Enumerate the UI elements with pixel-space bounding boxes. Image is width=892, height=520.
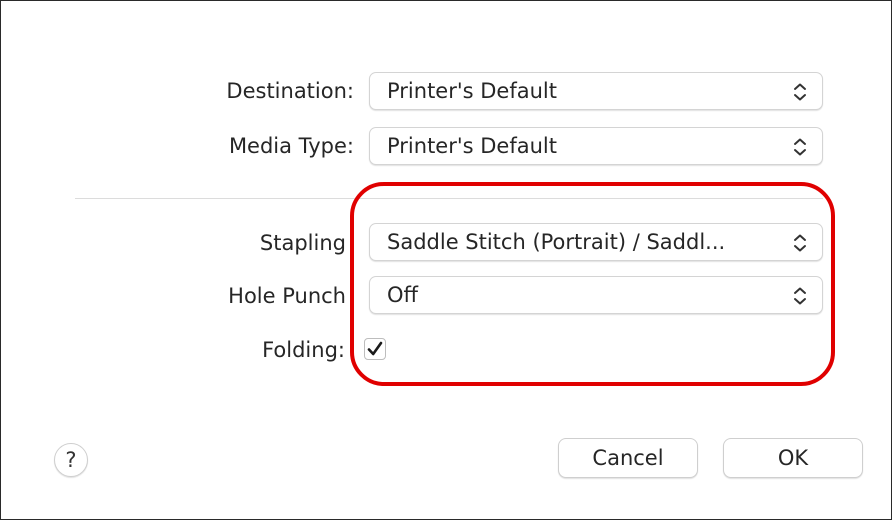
section-divider	[75, 198, 823, 199]
hole-punch-value: Off	[387, 283, 418, 307]
ok-button[interactable]: OK	[723, 438, 863, 478]
chevron-up-down-icon	[794, 234, 806, 252]
help-button[interactable]: ?	[54, 443, 88, 477]
chevron-up-down-icon	[794, 287, 806, 305]
hole-punch-label: Hole Punch	[228, 284, 346, 308]
chevron-up-down-icon	[794, 138, 806, 156]
cancel-button[interactable]: Cancel	[558, 438, 698, 478]
stapling-value: Saddle Stitch (Portrait) / Saddl...	[387, 230, 726, 254]
destination-value: Printer's Default	[387, 79, 557, 103]
hole-punch-popup[interactable]: Off	[369, 276, 823, 314]
checkmark-icon	[367, 341, 383, 356]
destination-label: Destination:	[226, 79, 354, 103]
chevron-up-down-icon	[794, 83, 806, 101]
stapling-label: Stapling	[259, 231, 346, 255]
media-type-popup[interactable]: Printer's Default	[369, 127, 823, 165]
destination-popup[interactable]: Printer's Default	[369, 72, 823, 110]
media-type-label: Media Type:	[228, 134, 354, 158]
folding-checkbox[interactable]	[364, 338, 386, 360]
media-type-value: Printer's Default	[387, 134, 557, 158]
folding-label: Folding:	[262, 338, 345, 362]
print-options-dialog: Destination: Printer's Default Media Typ…	[0, 0, 892, 520]
stapling-popup[interactable]: Saddle Stitch (Portrait) / Saddl...	[369, 223, 823, 261]
